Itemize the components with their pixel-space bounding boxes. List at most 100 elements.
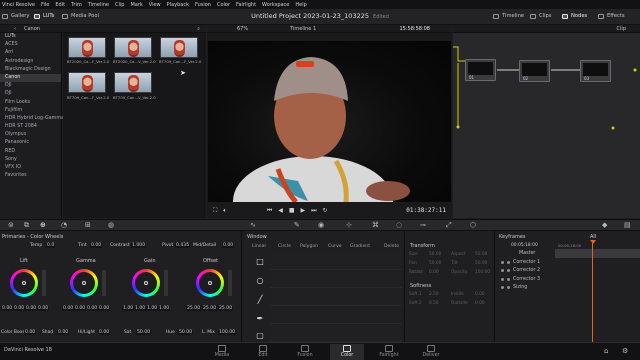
- page-edit[interactable]: Edit: [246, 344, 280, 360]
- mid-detail-value[interactable]: 0.00: [222, 243, 235, 248]
- keyframes-icon[interactable]: ◆: [602, 221, 607, 229]
- lut-thumbnail[interactable]: [160, 37, 198, 58]
- color-wheels-icon[interactable]: ⊕: [40, 221, 46, 229]
- menu-edit[interactable]: Edit: [55, 2, 65, 8]
- sidebar-item-hdr-hlg[interactable]: HDR Hybrid Log-Gamma: [0, 115, 64, 123]
- gain-r[interactable]: 1.00: [134, 306, 147, 311]
- node-01[interactable]: 01: [465, 59, 496, 81]
- offset-r[interactable]: 25.00: [186, 306, 202, 311]
- sidebar-item-dji-2[interactable]: DJI: [0, 90, 61, 98]
- page-color[interactable]: Color: [330, 344, 364, 360]
- key-icon[interactable]: ⊸: [420, 221, 426, 229]
- keyframe-track-corrector-2[interactable]: Corrector 2: [495, 267, 640, 275]
- sidebar-item-film-looks[interactable]: Film Looks: [0, 99, 61, 107]
- volume-icon[interactable]: 🔈︎: [223, 207, 227, 215]
- menu-help[interactable]: Help: [295, 2, 306, 8]
- node-03[interactable]: 03: [580, 60, 611, 82]
- zoom-level[interactable]: 67%: [237, 26, 248, 32]
- motion-effects-icon[interactable]: ◍: [108, 221, 114, 229]
- lift-b[interactable]: 0.00: [37, 306, 50, 311]
- play-reverse-icon[interactable]: ◀: [278, 207, 283, 214]
- curves-icon[interactable]: ∿: [250, 221, 256, 229]
- search-icon[interactable]: ⌕: [197, 26, 200, 32]
- linear-window-icon[interactable]: ╱: [250, 293, 270, 306]
- timeline-name[interactable]: Timeline 1: [290, 26, 316, 32]
- sidebar-item-panasonic[interactable]: Panasonic: [0, 139, 61, 147]
- lut-thumbnail[interactable]: [68, 37, 106, 58]
- keyframe-track-corrector-3[interactable]: Corrector 3: [495, 275, 640, 283]
- clip-selector[interactable]: Clip: [617, 26, 626, 32]
- polygon-shape-button[interactable]: Polygon: [300, 244, 318, 249]
- video-frame[interactable]: [208, 41, 451, 202]
- circle-shape-button[interactable]: Circle: [278, 244, 291, 249]
- sidebar-item-blackmagic[interactable]: Blackmagic Design: [0, 66, 61, 74]
- sidebar-item-red[interactable]: RED: [0, 148, 61, 156]
- crop-icon[interactable]: ⛶: [213, 207, 217, 215]
- loop-icon[interactable]: ↻: [323, 207, 328, 214]
- offset-b[interactable]: 25.00: [218, 306, 234, 311]
- 3d-icon[interactable]: ⬡: [470, 221, 476, 229]
- gain-wheel[interactable]: [132, 269, 160, 297]
- sidebar-item-aces[interactable]: ACES: [0, 41, 61, 49]
- gain-master-slider[interactable]: [164, 270, 168, 296]
- saturation-value[interactable]: 50.00: [136, 330, 152, 335]
- shadows-value[interactable]: 0.00: [57, 330, 70, 335]
- window-row[interactable]: [270, 253, 402, 270]
- gain-g[interactable]: 1.00: [146, 306, 159, 311]
- menu-workspace[interactable]: Workspace: [262, 2, 289, 8]
- sidebar-item-luts[interactable]: LUTs: [0, 33, 61, 41]
- sidebar-item-fujifilm[interactable]: Fujifilm: [0, 107, 61, 115]
- window-tool-icon[interactable]: ◉: [318, 221, 324, 229]
- sidebar-item-arri[interactable]: Arri: [0, 49, 61, 57]
- lift-y[interactable]: 0.00: [1, 306, 14, 311]
- inside-value[interactable]: 0.00: [475, 292, 485, 297]
- hdr-icon[interactable]: ◔: [61, 221, 67, 229]
- settings-gear-icon[interactable]: ⚙: [622, 347, 628, 355]
- page-fusion[interactable]: Fusion: [288, 344, 322, 360]
- menu-timeline[interactable]: Timeline: [88, 2, 109, 8]
- sidebar-item-vfx-io[interactable]: VFX IO: [0, 164, 61, 172]
- window-row[interactable]: [270, 271, 402, 288]
- menu-mark[interactable]: Mark: [130, 2, 142, 8]
- gain-y[interactable]: 1.00: [122, 306, 135, 311]
- pen-window-icon[interactable]: ✒: [250, 312, 270, 325]
- stop-icon[interactable]: ■: [289, 207, 295, 214]
- delete-window-button[interactable]: Delete: [384, 244, 399, 249]
- curve-shape-button[interactable]: Curve: [328, 244, 342, 249]
- soft2-value[interactable]: 0.50: [429, 301, 439, 306]
- menu-view[interactable]: View: [149, 2, 161, 8]
- circle-window-icon[interactable]: ○: [250, 274, 270, 287]
- gamma-b[interactable]: 0.00: [98, 306, 111, 311]
- sidebar-item-favorites[interactable]: Favorites: [0, 172, 61, 180]
- offset-g[interactable]: 25.00: [202, 306, 218, 311]
- linear-shape-button[interactable]: Linear: [252, 244, 266, 249]
- camera-raw-icon[interactable]: ⊚: [8, 221, 14, 229]
- offset-wheel[interactable]: [196, 269, 224, 297]
- qualifier-icon[interactable]: ✎: [294, 221, 300, 229]
- sidebar-item-hdr-st2084[interactable]: HDR ST 2084: [0, 123, 61, 131]
- sidebar-item-dji[interactable]: DJI: [0, 82, 61, 90]
- page-fairlight[interactable]: Fairlight: [372, 344, 406, 360]
- menu-fairlight[interactable]: Fairlight: [236, 2, 256, 8]
- lut-thumbnail[interactable]: [68, 72, 106, 93]
- sidebar-item-canon[interactable]: Canon: [0, 73, 61, 83]
- pivot-value[interactable]: 0.435: [175, 243, 191, 248]
- home-icon[interactable]: ⌂: [604, 347, 608, 355]
- window-row[interactable]: [270, 325, 402, 342]
- sidebar-item-olympus[interactable]: Olympus: [0, 131, 61, 139]
- sidebar-item-sony[interactable]: Sony: [0, 156, 61, 164]
- sizing-icon[interactable]: ⤢: [446, 221, 452, 230]
- lift-master-slider[interactable]: [42, 270, 46, 296]
- keyframe-track-sizing[interactable]: Sizing: [495, 284, 640, 292]
- gamma-y[interactable]: 0.00: [62, 306, 75, 311]
- contrast-value[interactable]: 1.000: [131, 243, 147, 248]
- lut-thumbnail[interactable]: [114, 72, 152, 93]
- square-window-icon[interactable]: □: [250, 255, 270, 268]
- menu-playback[interactable]: Playback: [167, 2, 189, 8]
- tilt-value[interactable]: 50.00: [475, 261, 487, 266]
- page-deliver[interactable]: Deliver: [414, 344, 448, 360]
- outside-value[interactable]: 0.00: [475, 301, 485, 306]
- gamma-r[interactable]: 0.00: [74, 306, 87, 311]
- tracker-icon[interactable]: ⊹: [346, 221, 352, 229]
- aspect-value[interactable]: 50.00: [475, 252, 487, 257]
